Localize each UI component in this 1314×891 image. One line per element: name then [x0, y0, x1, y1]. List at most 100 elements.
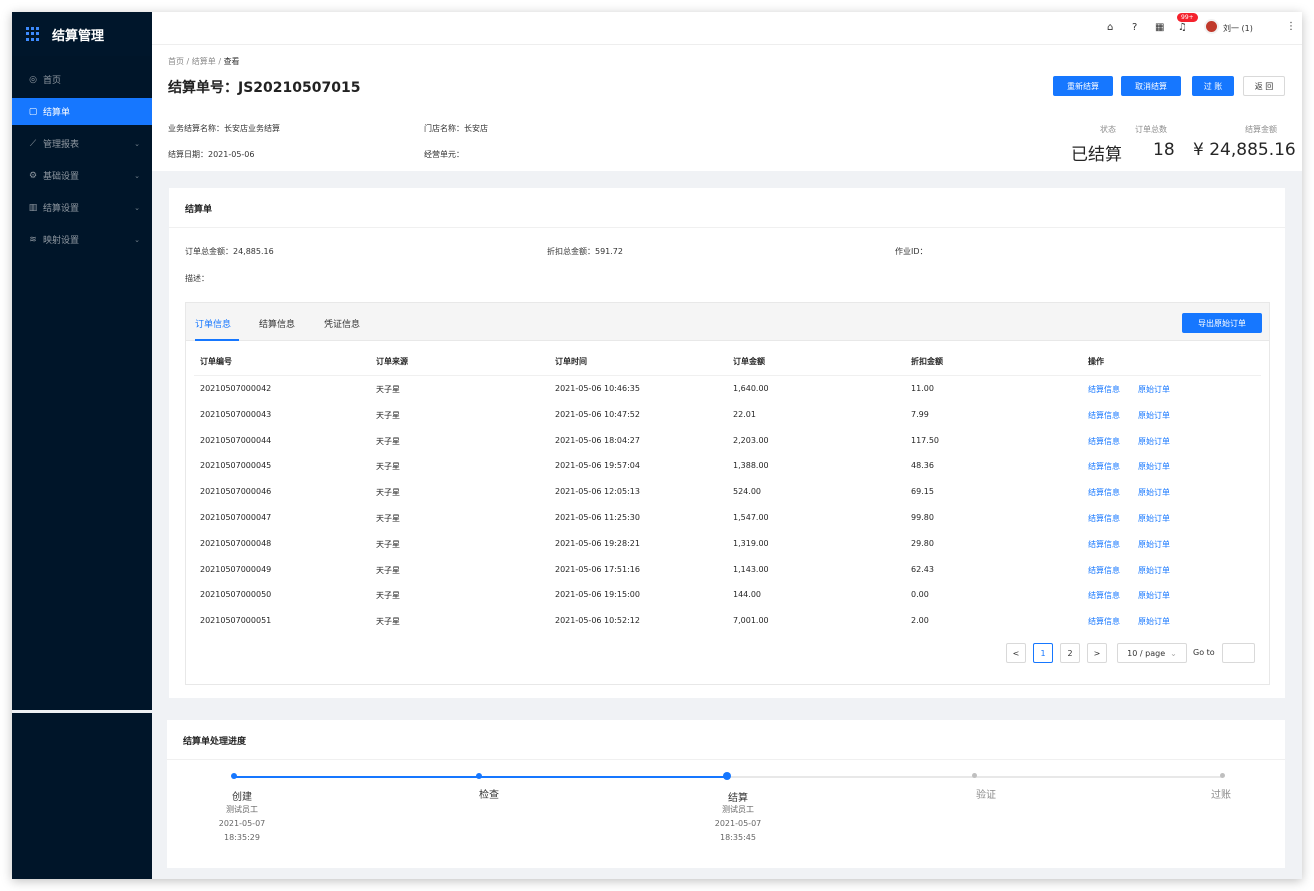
- settle-info-link[interactable]: 结算信息: [1088, 384, 1120, 395]
- more-vertical-icon[interactable]: ⋮: [1286, 21, 1296, 32]
- gear-icon: ⚙: [28, 170, 38, 181]
- original-order-link[interactable]: 原始订单: [1138, 487, 1170, 498]
- order-id-cell: 20210507000050: [200, 590, 272, 600]
- help-icon[interactable]: ?: [1132, 22, 1137, 33]
- settle-info-link[interactable]: 结算信息: [1088, 565, 1120, 576]
- breadcrumb-home[interactable]: 首页: [168, 57, 184, 66]
- app-brand[interactable]: 结算管理: [12, 12, 152, 56]
- order-count-value: 18: [1153, 140, 1175, 160]
- table-row: 20210507000048 天子星 2021-05-06 19:28:21 1,31…: [194, 531, 1261, 557]
- divider: [167, 759, 1285, 760]
- order-id-cell: 20210507000044: [200, 435, 272, 445]
- settlement-card: 结算单 订单总金额：24,885.16 折扣总金额：591.72 作业ID： 描…: [169, 188, 1285, 698]
- sidebar-item-label: 首页: [43, 76, 62, 86]
- order-source-cell: 天子星: [376, 385, 400, 394]
- prev-page-button[interactable]: <: [1006, 643, 1026, 663]
- settle-info-link[interactable]: 结算信息: [1088, 539, 1120, 550]
- user-name[interactable]: 刘一 (1): [1223, 23, 1253, 34]
- tab-order-info[interactable]: 订单信息: [195, 317, 231, 330]
- order-time-cell: 2021-05-06 10:52:12: [555, 616, 640, 626]
- goto-page-input[interactable]: [1222, 643, 1255, 663]
- original-order-link[interactable]: 原始订单: [1138, 590, 1170, 601]
- step-date: 2021-05-07: [714, 819, 762, 828]
- sidebar-item-settlement[interactable]: ▢ 结算单: [12, 98, 152, 125]
- step-dot-settle: [723, 772, 731, 780]
- order-amount-cell: 1,143.00: [733, 564, 769, 574]
- table-row: 20210507000042 天子星 2021-05-06 10:46:35 1,64…: [194, 376, 1261, 402]
- step-name: 过账: [1211, 790, 1231, 801]
- settle-info-link[interactable]: 结算信息: [1088, 436, 1120, 447]
- avatar[interactable]: [1204, 19, 1219, 34]
- settle-info-link[interactable]: 结算信息: [1088, 487, 1120, 498]
- discount-amount-cell: 7.99: [911, 409, 929, 419]
- export-orders-button[interactable]: 导出原始订单: [1182, 313, 1262, 333]
- table-row: 20210507000043 天子星 2021-05-06 10:47:52 22.0…: [194, 402, 1261, 428]
- page-1-button[interactable]: 1: [1033, 643, 1053, 663]
- chevron-down-icon: ⌄: [1170, 648, 1177, 658]
- sidebar-lower: [12, 713, 152, 879]
- column-header: 订单金额: [733, 357, 765, 366]
- original-order-link[interactable]: 原始订单: [1138, 513, 1170, 524]
- post-button[interactable]: 过 账: [1192, 76, 1234, 96]
- settle-info-link[interactable]: 结算信息: [1088, 461, 1120, 472]
- description: 描述：: [185, 274, 209, 283]
- sidebar-item-settle-settings[interactable]: ▥ 结算设置 ⌄: [12, 194, 152, 221]
- order-time-cell: 2021-05-06 19:28:21: [555, 538, 640, 548]
- job-id: 作业ID：: [895, 247, 928, 256]
- breadcrumb-list[interactable]: 结算单: [192, 57, 216, 66]
- divider: [169, 227, 1285, 228]
- sidebar-item-label: 管理报表: [43, 140, 80, 150]
- tab-voucher-info[interactable]: 凭证信息: [324, 317, 360, 330]
- original-order-link[interactable]: 原始订单: [1138, 436, 1170, 447]
- grid-icon[interactable]: ▦: [1155, 22, 1164, 33]
- settle-info-link[interactable]: 结算信息: [1088, 590, 1120, 601]
- chevron-down-icon: ⌄: [134, 235, 140, 244]
- column-header: 折扣金额: [911, 357, 943, 366]
- discount-amount-cell: 69.15: [911, 487, 934, 497]
- home-circle-icon: ◎: [29, 74, 37, 85]
- settle-info-link[interactable]: 结算信息: [1088, 616, 1120, 627]
- pagination: < 1 2 > 10 / page ⌄ Go to: [1006, 643, 1256, 663]
- order-amount-cell: 524.00: [733, 487, 761, 497]
- sidebar-item-mapping[interactable]: ≋ 映射设置 ⌄: [12, 226, 152, 253]
- cancel-settle-button[interactable]: 取消结算: [1121, 76, 1181, 96]
- page-2-button[interactable]: 2: [1060, 643, 1080, 663]
- order-amount-cell: 1,388.00: [733, 461, 769, 471]
- sidebar-item-label: 映射设置: [43, 236, 80, 246]
- progress-title: 结算单处理进度: [183, 737, 247, 747]
- tab-settle-info[interactable]: 结算信息: [259, 317, 295, 330]
- document-icon: ▢: [28, 106, 38, 117]
- next-page-button[interactable]: >: [1087, 643, 1107, 663]
- original-order-link[interactable]: 原始订单: [1138, 410, 1170, 421]
- order-time-cell: 2021-05-06 11:25:30: [555, 513, 640, 522]
- back-button[interactable]: 返 回: [1243, 76, 1285, 96]
- sidebar-item-basic-settings[interactable]: ⚙ 基础设置 ⌄: [12, 162, 152, 189]
- order-time-cell: 2021-05-06 19:57:04: [555, 461, 640, 471]
- order-source-cell: 天子星: [376, 436, 400, 446]
- sidebar-item-home[interactable]: ◎ 首页: [12, 66, 152, 93]
- original-order-link[interactable]: 原始订单: [1138, 565, 1170, 576]
- resettle-button[interactable]: 重新结算: [1053, 76, 1113, 96]
- order-time-cell: 2021-05-06 19:15:00: [555, 590, 640, 600]
- order-source-cell: 天子星: [376, 617, 400, 627]
- settle-info-link[interactable]: 结算信息: [1088, 513, 1120, 524]
- bell-icon[interactable]: ♫: [1178, 22, 1187, 33]
- step-dot-check: [476, 773, 482, 779]
- original-order-link[interactable]: 原始订单: [1138, 539, 1170, 550]
- order-amount-cell: 144.00: [733, 590, 761, 600]
- step-name: 创建: [232, 792, 252, 803]
- home-icon[interactable]: ⌂: [1107, 22, 1113, 33]
- sidebar-item-reports[interactable]: ⟋ 管理报表 ⌄: [12, 130, 152, 157]
- settle-info-link[interactable]: 结算信息: [1088, 410, 1120, 421]
- discount-amount-cell: 0.00: [911, 590, 929, 600]
- original-order-link[interactable]: 原始订单: [1138, 461, 1170, 472]
- column-header: 订单编号: [200, 357, 232, 366]
- order-source-cell: 天子星: [376, 462, 400, 472]
- table-row: 20210507000050 天子星 2021-05-06 19:15:00 144.…: [194, 582, 1261, 608]
- column-header: 订单来源: [376, 357, 408, 366]
- original-order-link[interactable]: 原始订单: [1138, 616, 1170, 627]
- page-size-select[interactable]: 10 / page ⌄: [1117, 643, 1187, 663]
- apps-grid-icon: [26, 27, 40, 41]
- original-order-link[interactable]: 原始订单: [1138, 384, 1170, 395]
- discount-amount-cell: 11.00: [911, 384, 934, 393]
